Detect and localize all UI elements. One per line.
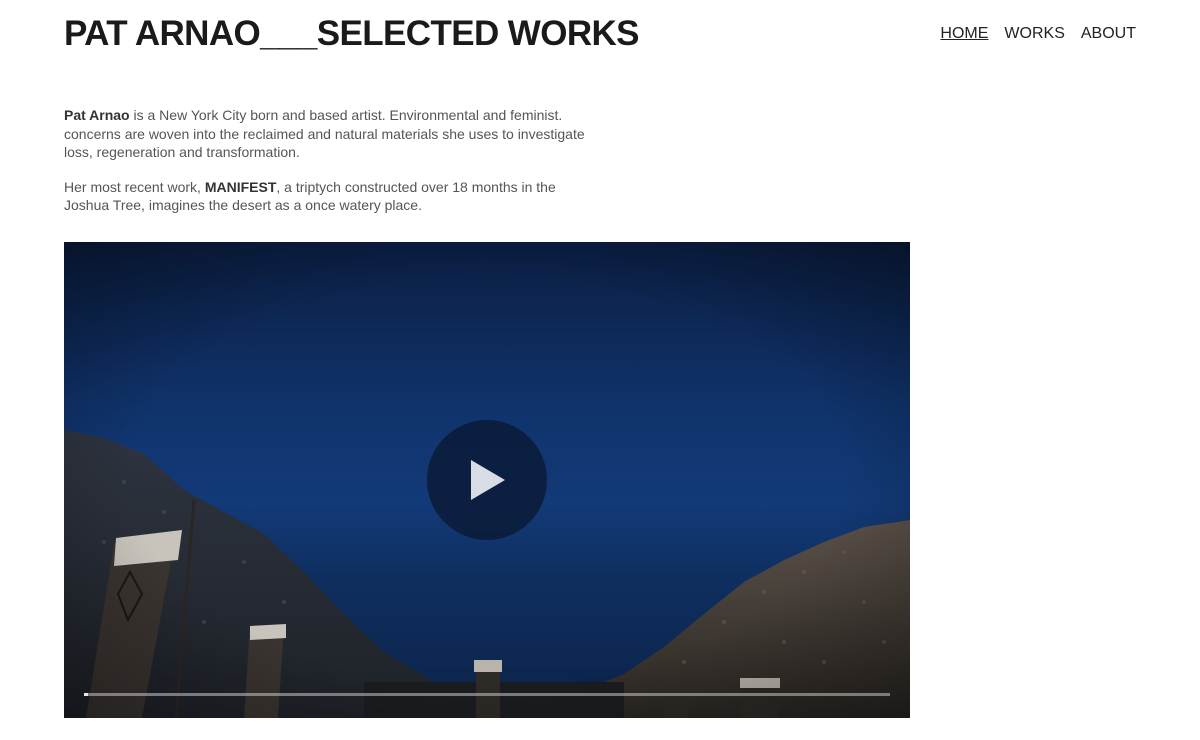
nav-home[interactable]: HOME bbox=[940, 24, 988, 44]
site-header: PAT ARNAO___SELECTED WORKS HOME WORKS AB… bbox=[64, 14, 1144, 58]
intro-text: Pat Arnao is a New York City born and ba… bbox=[64, 106, 594, 231]
main-nav: HOME WORKS ABOUT bbox=[940, 24, 1136, 44]
nav-works[interactable]: WORKS bbox=[1004, 24, 1064, 44]
work-title: MANIFEST bbox=[204, 178, 277, 195]
video-progress-fill bbox=[84, 693, 89, 696]
artist-name: Pat Arnao bbox=[64, 107, 130, 123]
intro-paragraph-2: Her most recent work, MANIFEST, a tripty… bbox=[64, 178, 594, 215]
intro-paragraph-2-prefix: Her most recent work, bbox=[64, 178, 205, 195]
intro-paragraph-1: Pat Arnao is a New York City born and ba… bbox=[64, 106, 594, 162]
intro-paragraph-1-text: is a New York City born and based artist… bbox=[64, 107, 585, 160]
site-title[interactable]: PAT ARNAO___SELECTED WORKS bbox=[64, 14, 640, 54]
video-progress-bar[interactable] bbox=[84, 693, 890, 696]
play-icon bbox=[471, 460, 505, 500]
play-button[interactable] bbox=[427, 420, 547, 540]
nav-about[interactable]: ABOUT bbox=[1081, 24, 1136, 44]
video-player[interactable] bbox=[64, 242, 910, 718]
